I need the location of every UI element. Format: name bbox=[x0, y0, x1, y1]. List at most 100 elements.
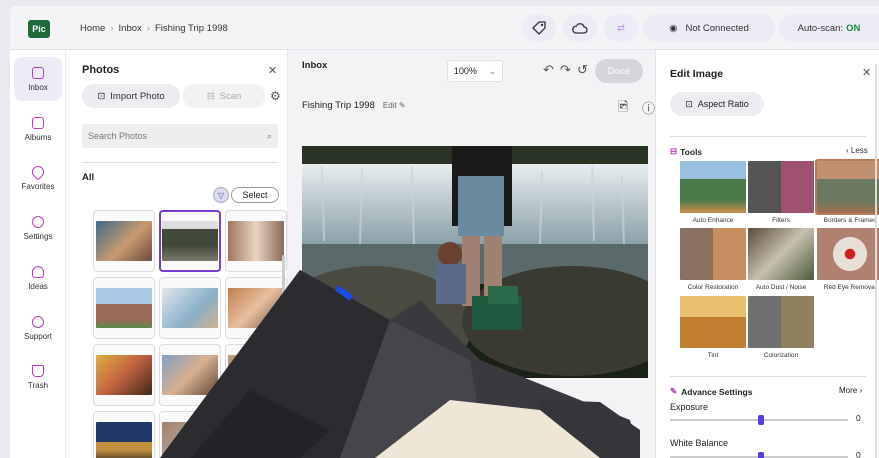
cloud-button[interactable] bbox=[563, 14, 597, 42]
redo-icon[interactable]: ↷ bbox=[560, 62, 571, 78]
slider-handle[interactable] bbox=[758, 415, 764, 425]
less-label: Less bbox=[850, 146, 868, 155]
sidebar-item-label: Settings bbox=[23, 231, 53, 241]
sidebar-item-settings[interactable]: Settings bbox=[14, 206, 62, 250]
photo-thumbnail[interactable] bbox=[159, 277, 221, 339]
sidebar-item-albums[interactable]: Albums bbox=[14, 107, 62, 151]
photo-thumbnail-selected[interactable] bbox=[159, 210, 221, 272]
chevron-right-icon: › bbox=[110, 23, 114, 34]
tool-label: Color Restoration bbox=[687, 284, 739, 291]
divider bbox=[82, 162, 278, 163]
close-icon[interactable]: ✕ bbox=[268, 64, 277, 77]
photos-panel: Photos ✕ ⊡ Import Photo ⊟ Scan ⚙ Search … bbox=[66, 50, 288, 458]
tool-auto-dust-noise[interactable]: Auto Dust / Noise bbox=[748, 228, 814, 291]
gear-icon[interactable]: ⚙ bbox=[270, 89, 281, 103]
select-button[interactable]: Select bbox=[231, 187, 279, 203]
edit-label: Edit bbox=[382, 101, 397, 110]
exposure-slider[interactable] bbox=[670, 415, 848, 425]
sidebar-item-trash[interactable]: Trash bbox=[14, 355, 62, 399]
tag-button[interactable] bbox=[522, 14, 556, 42]
app-logo[interactable]: Pic bbox=[28, 20, 50, 38]
exposure-label: Exposure bbox=[670, 402, 709, 412]
white-balance-label: White Balance bbox=[670, 438, 729, 448]
scrollbar[interactable] bbox=[875, 64, 877, 458]
photo-thumbnail[interactable] bbox=[225, 277, 287, 339]
camera-icon: ◉ bbox=[669, 22, 678, 34]
aspect-ratio-button[interactable]: ⊡ Aspect Ratio bbox=[670, 92, 764, 116]
sidebar-item-support[interactable]: Support bbox=[14, 306, 62, 350]
breadcrumb-inbox[interactable]: Inbox bbox=[119, 23, 142, 34]
edit-album-button[interactable]: Edit ✎ bbox=[383, 101, 406, 110]
cloud-icon bbox=[572, 23, 588, 34]
tool-colorization[interactable]: Colorization bbox=[748, 296, 814, 359]
tool-label: Borders & Frames bbox=[823, 217, 877, 224]
less-button[interactable]: ‹ Less bbox=[846, 146, 868, 155]
undo-icon[interactable]: ↶ bbox=[543, 62, 554, 78]
tool-auto-enhance[interactable]: Auto Enhance bbox=[680, 161, 746, 224]
advance-settings-label: Advance Settings bbox=[681, 386, 753, 397]
photo-thumbnail[interactable] bbox=[93, 210, 155, 272]
sidebar-item-label: Ideas bbox=[28, 281, 48, 291]
sidebar-item-label: Trash bbox=[27, 380, 49, 390]
all-label: All bbox=[82, 172, 95, 183]
autoscan-toggle[interactable]: Auto-scan: ON bbox=[779, 14, 879, 42]
photo-thumbnail[interactable] bbox=[93, 277, 155, 339]
sidebar-item-favorites[interactable]: Favorites bbox=[14, 156, 62, 200]
scan-icon: ⊟ bbox=[206, 90, 215, 102]
import-icon: ⊡ bbox=[97, 90, 106, 102]
search-icon: ⌕ bbox=[266, 130, 272, 141]
scrollbar[interactable] bbox=[282, 255, 285, 345]
exposure-value: 0 bbox=[856, 413, 861, 423]
zoom-select[interactable]: 100% ⌄ bbox=[447, 60, 503, 82]
heart-icon bbox=[29, 163, 47, 180]
inbox-icon bbox=[32, 66, 44, 79]
search-input[interactable]: Search Photos ⌕ bbox=[82, 124, 278, 148]
photo-thumbnail[interactable] bbox=[93, 344, 155, 406]
close-icon[interactable]: ✕ bbox=[862, 66, 871, 79]
lightbulb-icon bbox=[32, 265, 44, 278]
info-icon[interactable]: ⓘ bbox=[642, 98, 655, 117]
chevron-right-icon: › bbox=[146, 23, 150, 34]
more-button[interactable]: More › bbox=[839, 386, 862, 395]
chevron-left-icon: ‹ bbox=[846, 146, 849, 155]
tool-borders-frames[interactable]: Borders & Frames bbox=[815, 159, 879, 224]
albums-icon bbox=[32, 116, 44, 129]
done-button[interactable]: Done bbox=[595, 59, 643, 83]
photo-thumbnail[interactable] bbox=[225, 344, 287, 406]
import-photo-button[interactable]: ⊡ Import Photo bbox=[82, 84, 180, 108]
gear-icon bbox=[32, 215, 44, 228]
sync-button[interactable]: ⇄ bbox=[604, 14, 638, 42]
tools-label: Tools bbox=[680, 146, 703, 157]
sidebar-item-label: Inbox bbox=[28, 82, 48, 92]
tool-color-restoration[interactable]: Color Restoration bbox=[680, 228, 746, 291]
tool-filters[interactable]: Filters bbox=[748, 161, 814, 224]
help-icon bbox=[32, 315, 44, 328]
reset-icon[interactable]: ↺ bbox=[577, 62, 588, 78]
photo-thumbnail[interactable] bbox=[225, 210, 287, 272]
photo-thumbnail[interactable] bbox=[93, 411, 155, 458]
sidebar-item-label: Support bbox=[23, 331, 53, 341]
scan-button[interactable]: ⊟ Scan bbox=[183, 84, 265, 108]
divider bbox=[670, 136, 866, 137]
connection-status-button[interactable]: ◉ Not Connected bbox=[643, 14, 775, 42]
tools-icon: ⊟ bbox=[670, 146, 678, 156]
white-balance-value: 0 bbox=[856, 450, 861, 458]
sliders-icon: ✎ bbox=[670, 386, 678, 396]
sidebar-item-inbox[interactable]: Inbox bbox=[14, 57, 62, 101]
tool-label: Tint bbox=[707, 352, 719, 359]
tool-tint[interactable]: Tint bbox=[680, 296, 746, 359]
zoom-value: 100% bbox=[453, 66, 477, 76]
slider-handle[interactable] bbox=[758, 452, 764, 458]
photo-thumbnail[interactable] bbox=[159, 344, 221, 406]
top-bar: Pic Home › Inbox › Fishing Trip 1998 ⇄ ◉… bbox=[10, 6, 879, 50]
tool-red-eye-removal[interactable]: Red Eye Removal bbox=[817, 228, 879, 291]
filter-icon[interactable]: ▽ bbox=[213, 187, 229, 203]
photo-thumbnail[interactable] bbox=[159, 411, 221, 458]
sidebar-item-ideas[interactable]: Ideas bbox=[14, 256, 62, 300]
breadcrumb: Home › Inbox › Fishing Trip 1998 bbox=[80, 23, 228, 34]
breadcrumb-home[interactable]: Home bbox=[80, 23, 105, 34]
chevron-down-icon: ⌄ bbox=[488, 65, 497, 76]
edit-image-title: Edit Image bbox=[670, 68, 724, 80]
image-info-icon[interactable]: 🖻 bbox=[618, 98, 628, 120]
sidebar-item-label: Albums bbox=[24, 132, 52, 142]
